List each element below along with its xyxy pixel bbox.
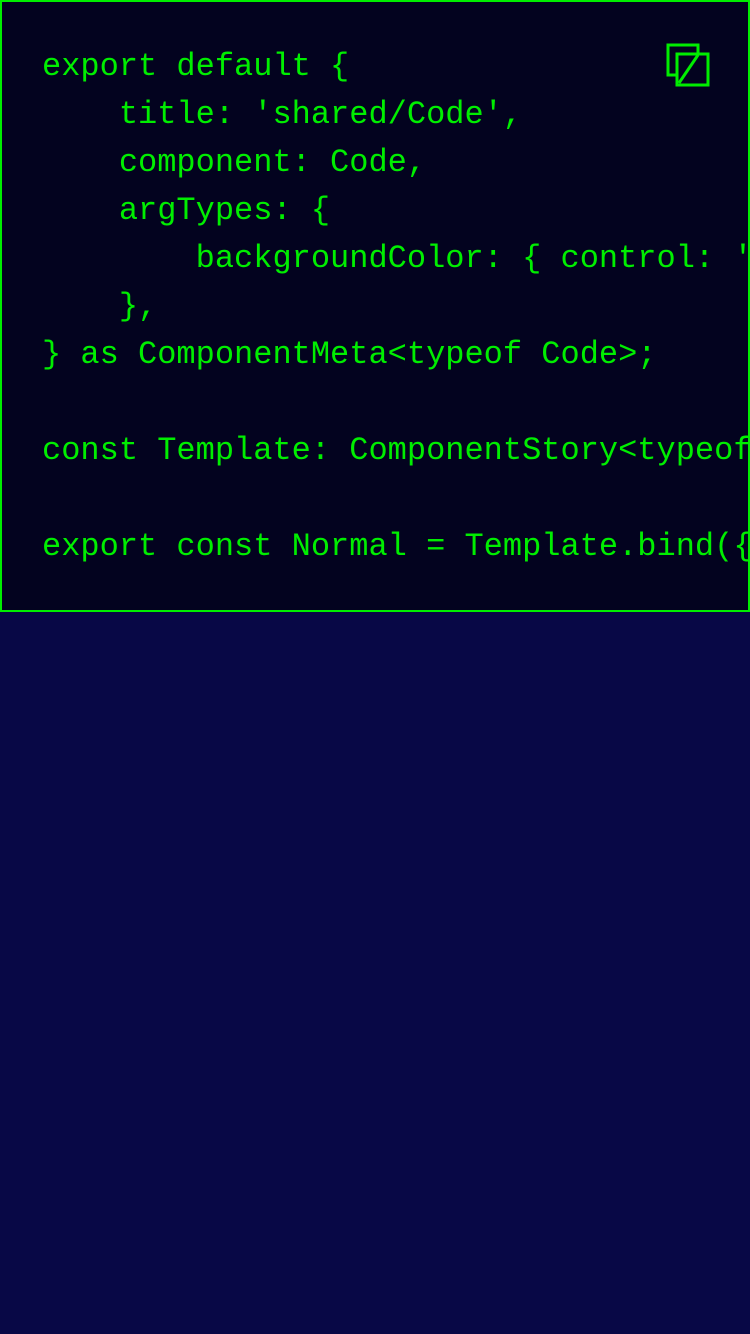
code-line: argTypes: {: [42, 192, 331, 229]
code-block: export default { title: 'shared/Code', c…: [0, 0, 750, 612]
code-line: } as ComponentMeta<typeof Code>;: [42, 336, 657, 373]
code-line: component: Code,: [42, 144, 427, 181]
code-line: backgroundColor: { control: ': [42, 240, 750, 277]
copy-icon: [666, 43, 710, 87]
code-line: },: [42, 288, 158, 325]
code-line: const Template: ComponentStory<typeof: [42, 432, 750, 469]
code-line: export const Normal = Template.bind({: [42, 528, 750, 565]
code-line: export default {: [42, 48, 350, 85]
code-content: export default { title: 'shared/Code', c…: [42, 43, 750, 571]
copy-button[interactable]: [664, 42, 712, 90]
code-line: title: 'shared/Code',: [42, 96, 523, 133]
